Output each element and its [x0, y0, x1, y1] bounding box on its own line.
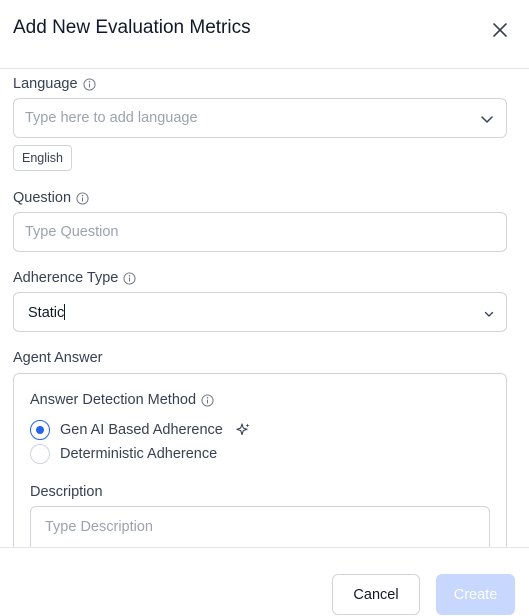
create-button[interactable]: Create	[436, 574, 515, 615]
modal-footer: Cancel Create	[0, 547, 529, 616]
text-caret	[64, 304, 66, 320]
agent-answer-panel: Answer Detection Method Gen AI Based Adh…	[13, 373, 507, 547]
language-input[interactable]: Type here to add language	[13, 98, 507, 138]
sparkle-icon	[236, 423, 250, 436]
language-tag-english[interactable]: English	[13, 145, 72, 171]
radio-button-checked[interactable]	[30, 420, 50, 440]
language-placeholder: Type here to add language	[25, 110, 198, 126]
description-placeholder: Type Description	[45, 519, 153, 535]
modal-title: Add New Evaluation Metrics	[13, 17, 251, 38]
close-icon[interactable]	[489, 19, 511, 41]
info-icon[interactable]	[82, 77, 96, 91]
adherence-label: Adherence Type	[13, 270, 119, 286]
adherence-type-select[interactable]: Static	[13, 292, 507, 332]
question-placeholder: Type Question	[25, 224, 119, 240]
adherence-value: Static	[28, 304, 66, 321]
question-label: Question	[13, 190, 72, 206]
chevron-down-icon[interactable]	[483, 308, 495, 320]
info-icon[interactable]	[76, 191, 89, 205]
modal-body: Language Type here to add language Engli…	[0, 69, 529, 547]
question-input[interactable]: Type Question	[13, 212, 507, 252]
chevron-down-icon[interactable]	[479, 111, 495, 127]
detection-method-label-row: Answer Detection Method	[30, 392, 214, 408]
question-label-row: Question	[13, 190, 89, 206]
language-label-row: Language	[13, 76, 96, 92]
info-icon[interactable]	[201, 393, 214, 407]
radio-label: Deterministic Adherence	[60, 446, 218, 462]
adherence-label-row: Adherence Type	[13, 270, 136, 286]
detection-method-label: Answer Detection Method	[30, 392, 197, 408]
agent-answer-title: Agent Answer	[13, 350, 103, 366]
adherence-value-text: Static	[28, 305, 65, 321]
description-textarea[interactable]: Type Description	[30, 506, 490, 547]
cancel-button[interactable]: Cancel	[332, 574, 420, 615]
language-label: Language	[13, 76, 78, 92]
radio-deterministic-adherence[interactable]: Deterministic Adherence	[30, 444, 217, 464]
description-label: Description	[30, 484, 103, 500]
modal-header: Add New Evaluation Metrics	[0, 0, 529, 69]
radio-label: Gen AI Based Adherence	[60, 422, 223, 438]
radio-button[interactable]	[30, 444, 50, 464]
radio-gen-ai-adherence[interactable]: Gen AI Based Adherence	[30, 420, 251, 440]
info-icon[interactable]	[123, 271, 136, 285]
